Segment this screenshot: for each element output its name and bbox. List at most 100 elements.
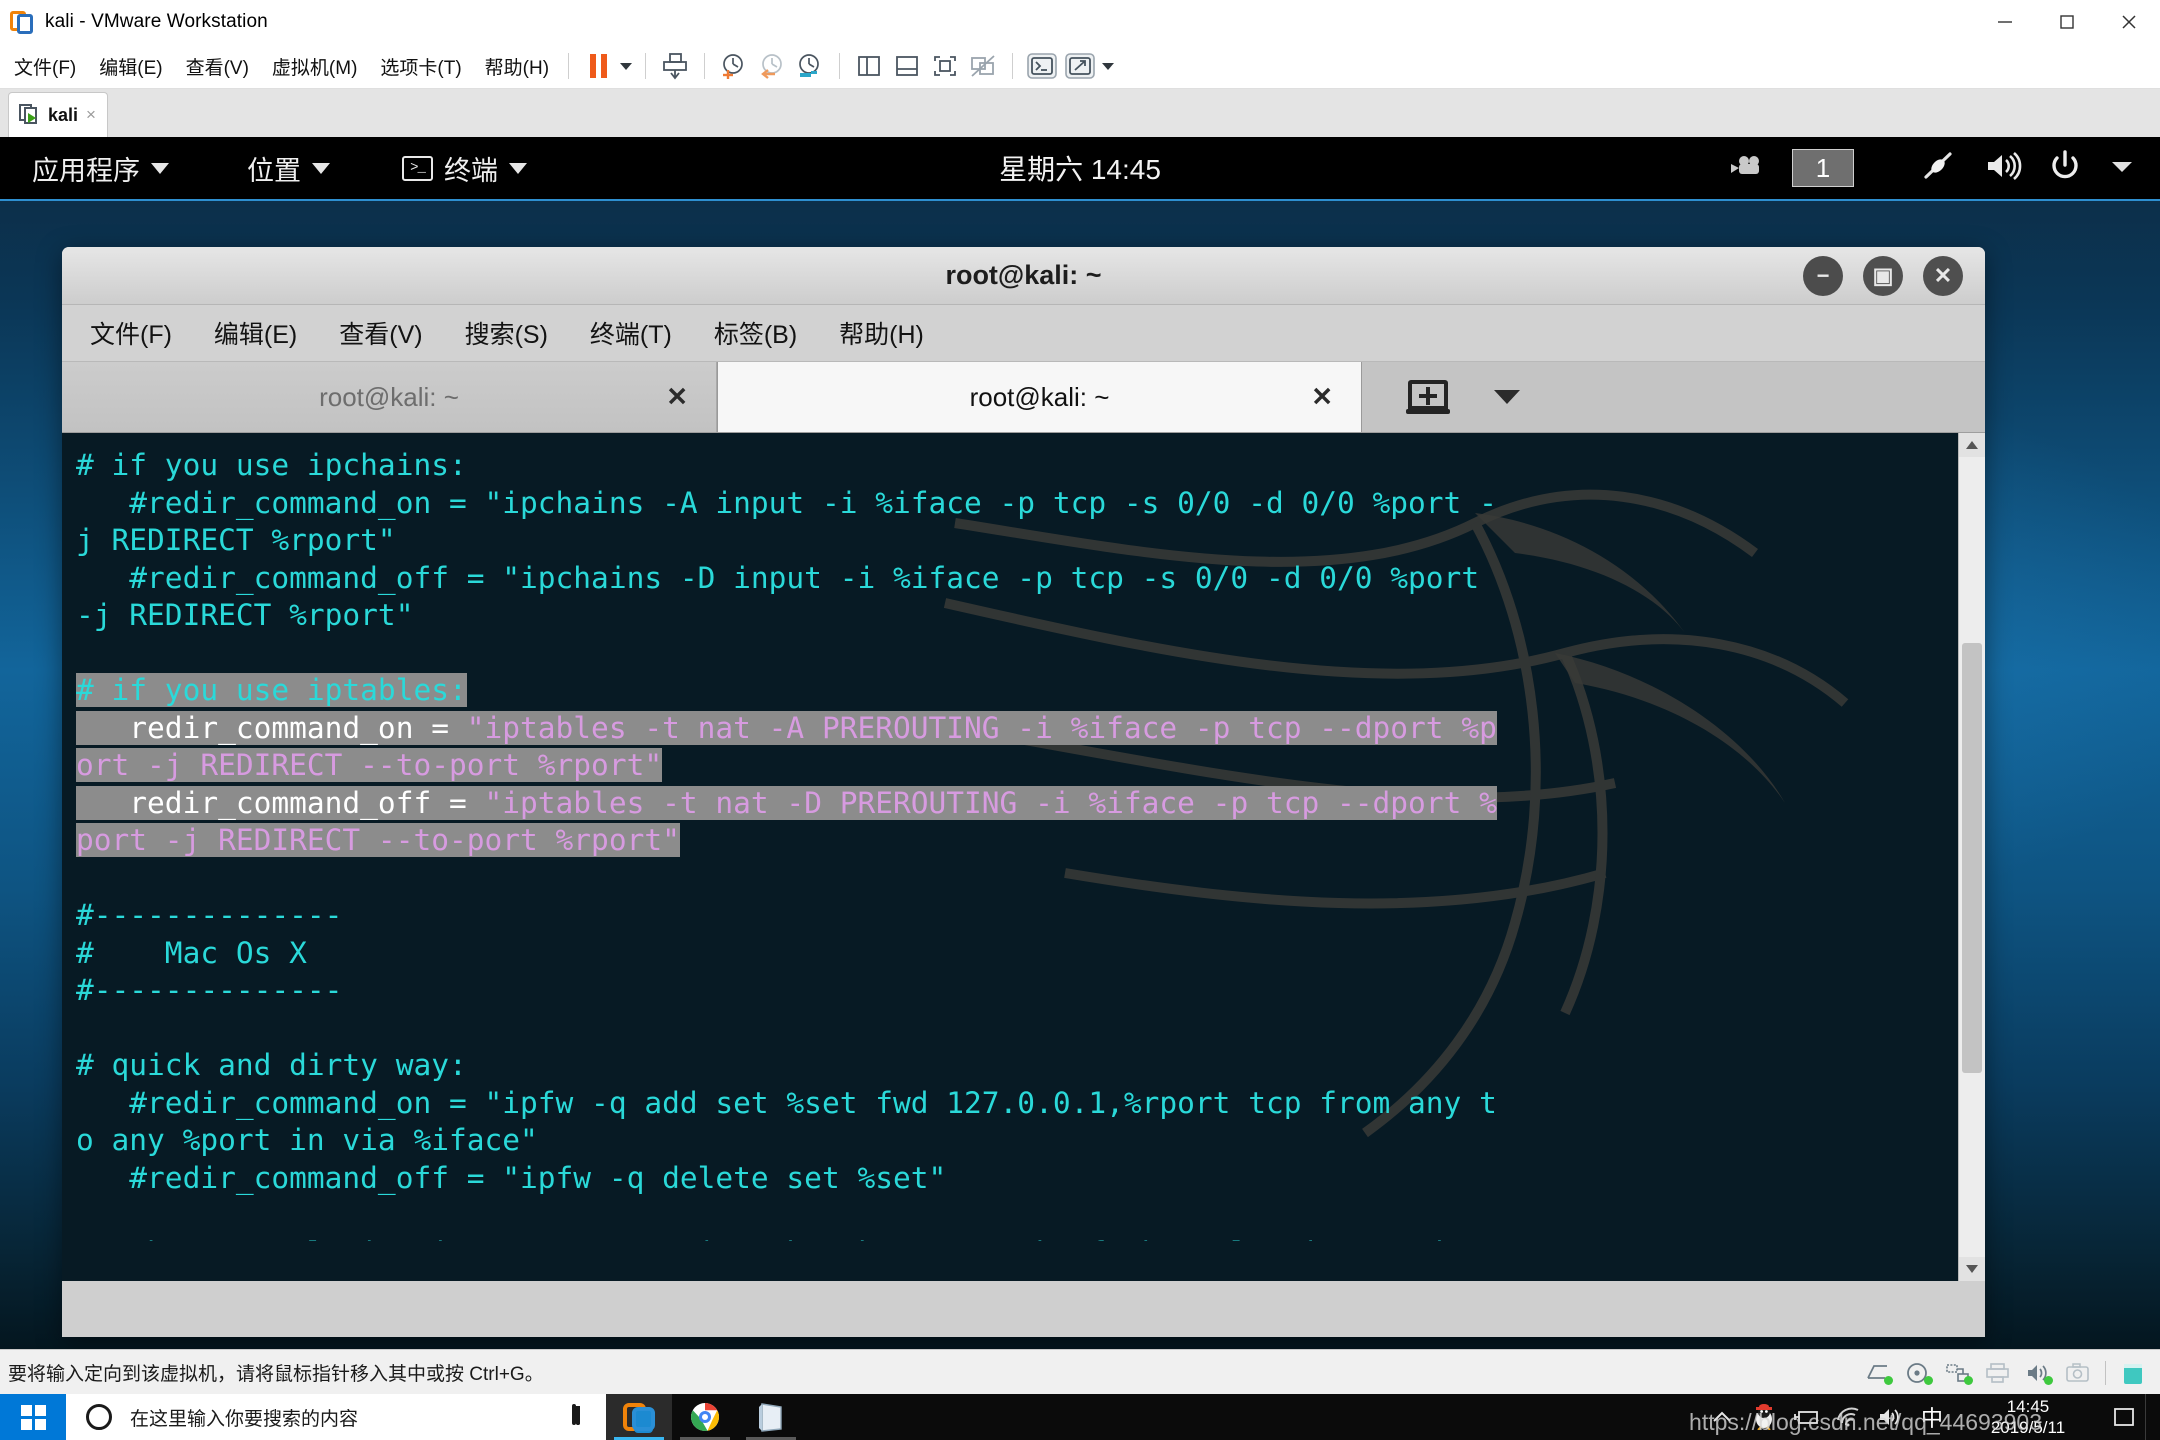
hard-disk-icon[interactable]: [1865, 1362, 1893, 1385]
terminal-menu-edit[interactable]: 编辑(E): [200, 315, 311, 351]
ime-chinese-icon[interactable]: 中: [1911, 1394, 1953, 1440]
revert-snapshot-icon[interactable]: [753, 49, 791, 83]
terminal-window-controls: − ▣ ✕: [1803, 247, 1963, 304]
take-snapshot-icon[interactable]: [715, 49, 753, 83]
panel-tray: 1: [1726, 137, 2136, 199]
search-circle-icon: [86, 1404, 112, 1430]
terminal-tab-1[interactable]: root@kali: ~ ✕: [62, 362, 717, 432]
terminal-window-title: root@kali: ~: [945, 260, 1102, 290]
taskbar-date: 2019/5/11: [1990, 1418, 2066, 1437]
volume-icon[interactable]: [1869, 1394, 1911, 1440]
terminal-menu-help[interactable]: 帮助(H): [825, 315, 938, 351]
scroll-up-icon[interactable]: [1959, 433, 1985, 457]
show-library-icon[interactable]: [850, 49, 888, 83]
vmware-tab-strip: kali ×: [0, 89, 2160, 138]
pause-vm-icon[interactable]: [579, 49, 617, 83]
terminal-content[interactable]: # if you use ipchains: #redir_command_on…: [62, 433, 1985, 1281]
terminal-menu-view[interactable]: 查看(V): [325, 315, 436, 351]
action-center-icon[interactable]: [2103, 1394, 2145, 1440]
terminal-text: # if you use ipchains: #redir_command_on…: [62, 433, 1959, 1281]
enter-fullscreen-icon[interactable]: [926, 49, 964, 83]
terminal-text-run: # if you use iptables:: [76, 673, 467, 707]
vm-powered-on-icon: [19, 104, 41, 126]
menu-edit[interactable]: 编辑(E): [90, 53, 171, 80]
new-tab-icon[interactable]: [1406, 380, 1450, 414]
printer-icon[interactable]: [1985, 1362, 2011, 1384]
cd-dvd-icon[interactable]: [1905, 1362, 1933, 1385]
tab-list-chevron-down-icon[interactable]: [1494, 390, 1520, 404]
unity-mode-icon[interactable]: [964, 49, 1002, 83]
network-icon[interactable]: [1920, 149, 1958, 188]
show-thumbnail-bar-icon[interactable]: [888, 49, 926, 83]
send-ctrl-alt-del-icon[interactable]: [656, 49, 694, 83]
manage-snapshots-icon[interactable]: [791, 49, 829, 83]
pause-dropdown-caret-icon[interactable]: [617, 49, 635, 83]
terminal-line: #redir_command_on = "ipfw -q add set %se…: [76, 1085, 1959, 1123]
volume-icon[interactable]: [1984, 151, 2022, 186]
terminal-tab-2-close-icon[interactable]: ✕: [1311, 382, 1333, 413]
close-button[interactable]: [2098, 0, 2160, 44]
terminal-line: ort -j REDIRECT --to-port %rport": [76, 747, 1959, 785]
power-icon[interactable]: [2048, 149, 2082, 188]
terminal-tab-1-close-icon[interactable]: ✕: [666, 382, 688, 413]
menu-places[interactable]: 位置: [247, 149, 330, 188]
workspace-indicator[interactable]: 1: [1792, 149, 1854, 187]
terminal-maximize-button[interactable]: ▣: [1863, 255, 1903, 296]
taskbar-app-chrome[interactable]: [672, 1394, 738, 1440]
stretch-view-icon[interactable]: [1061, 49, 1099, 83]
sound-card-icon[interactable]: [2025, 1362, 2053, 1385]
vm-tab-close-icon[interactable]: ×: [86, 105, 96, 125]
console-view-icon[interactable]: [1023, 49, 1061, 83]
camera-icon[interactable]: [2065, 1362, 2091, 1384]
terminal-tab-2-label: root@kali: ~: [969, 381, 1110, 412]
minimize-button[interactable]: [1974, 0, 2036, 44]
terminal-close-button[interactable]: ✕: [1923, 255, 1963, 296]
terminal-line: # if you use ipchains:: [76, 447, 1959, 485]
terminal-text-run: # Mac Os X: [76, 935, 307, 970]
terminal-menu-terminal[interactable]: 终端(T): [576, 315, 686, 351]
toolbar-divider: [568, 53, 570, 79]
toolbar-divider: [839, 53, 841, 79]
terminal-text-run: # if you use ipchains:: [76, 448, 467, 482]
taskbar-search-input[interactable]: 在这里输入你要搜索的内容: [66, 1394, 606, 1440]
battery-icon[interactable]: [1785, 1394, 1827, 1440]
taskbar-clock[interactable]: 14:45 2019/5/11: [1953, 1394, 2103, 1440]
menu-vm[interactable]: 虚拟机(M): [263, 53, 366, 80]
menu-applications[interactable]: 应用程序: [32, 149, 169, 188]
taskbar-app-vmware[interactable]: [606, 1394, 672, 1440]
terminal-menu-search[interactable]: 搜索(S): [451, 315, 562, 351]
qq-penguin-icon[interactable]: [1743, 1394, 1785, 1440]
network-adapter-icon[interactable]: [1945, 1362, 1973, 1385]
terminal-line: #--------------: [76, 972, 1959, 1010]
menu-help[interactable]: 帮助(H): [476, 53, 558, 80]
terminal-minimize-button[interactable]: −: [1803, 255, 1843, 296]
maximize-button[interactable]: [2036, 0, 2098, 44]
terminal-text-run: # quick and dirty way:: [76, 1048, 467, 1082]
terminal-menu-tabs[interactable]: 标签(B): [700, 315, 811, 351]
wifi-icon[interactable]: [1827, 1394, 1869, 1440]
terminal-tab-2[interactable]: root@kali: ~ ✕: [717, 362, 1362, 432]
screencast-icon[interactable]: [1726, 152, 1766, 185]
search-placeholder: 在这里输入你要搜索的内容: [130, 1408, 359, 1430]
menu-file[interactable]: 文件(F): [5, 53, 85, 80]
taskbar-app-notepad[interactable]: [738, 1394, 804, 1440]
scrollbar-thumb[interactable]: [1962, 643, 1982, 1073]
show-desktop-button[interactable]: [2145, 1394, 2160, 1440]
windows-start-icon[interactable]: [0, 1394, 66, 1440]
usb-icon[interactable]: [2120, 1362, 2146, 1384]
menu-tabs[interactable]: 选项卡(T): [371, 53, 470, 80]
menu-terminal[interactable]: >_ 终端: [402, 149, 527, 188]
scroll-down-icon[interactable]: [1959, 1257, 1985, 1281]
view-dropdown-caret-icon[interactable]: [1099, 49, 1117, 83]
chevron-down-icon[interactable]: [2108, 156, 2136, 181]
terminal-text-run: #redir_command_on = "ipfw -q add set %se…: [76, 1085, 1497, 1120]
chevron-up-icon[interactable]: [1701, 1394, 1743, 1440]
terminal-menu-file[interactable]: 文件(F): [76, 315, 186, 351]
microphone-icon[interactable]: [572, 1404, 584, 1426]
terminal-title-bar[interactable]: root@kali: ~ − ▣ ✕: [62, 247, 1985, 305]
menu-view[interactable]: 查看(V): [177, 53, 258, 80]
vm-tab-kali[interactable]: kali ×: [8, 92, 108, 137]
terminal-scrollbar[interactable]: [1958, 433, 1985, 1281]
